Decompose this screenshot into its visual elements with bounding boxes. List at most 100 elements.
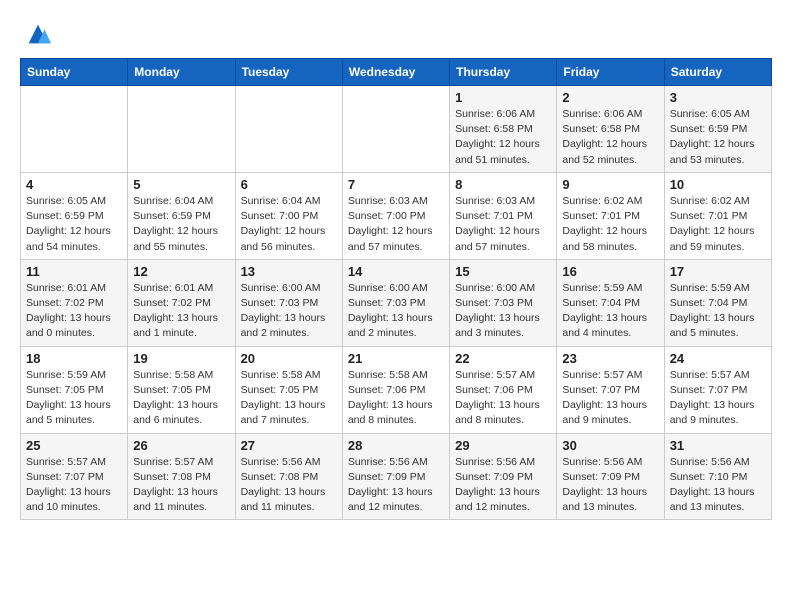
day-info: Sunrise: 6:00 AM Sunset: 7:03 PM Dayligh… — [455, 281, 551, 342]
calendar-cell: 20 Sunrise: 5:58 AM Sunset: 7:05 PM Dayli… — [235, 346, 342, 433]
day-info: Sunrise: 5:57 AM Sunset: 7:08 PM Dayligh… — [133, 455, 229, 516]
calendar-cell: 31 Sunrise: 5:56 AM Sunset: 7:10 PM Dayli… — [664, 433, 771, 520]
column-header-tuesday: Tuesday — [235, 59, 342, 86]
day-info: Sunrise: 6:06 AM Sunset: 6:58 PM Dayligh… — [455, 107, 551, 168]
calendar-cell: 11Sunrise: 6:01 AM Sunset: 7:02 PM Dayli… — [21, 259, 128, 346]
day-number: 16 — [562, 264, 658, 279]
calendar-cell: 6 Sunrise: 6:04 AM Sunset: 7:00 PM Daylig… — [235, 172, 342, 259]
page-header — [20, 20, 772, 48]
day-info: Sunrise: 6:05 AM Sunset: 6:59 PM Dayligh… — [26, 194, 122, 255]
day-info: Sunrise: 5:56 AM Sunset: 7:09 PM Dayligh… — [562, 455, 658, 516]
day-number: 30 — [562, 438, 658, 453]
day-number: 21 — [348, 351, 444, 366]
calendar-cell: 8 Sunrise: 6:03 AM Sunset: 7:01 PM Daylig… — [450, 172, 557, 259]
day-info: Sunrise: 5:56 AM Sunset: 7:09 PM Dayligh… — [455, 455, 551, 516]
day-number: 14 — [348, 264, 444, 279]
calendar-table: SundayMondayTuesdayWednesdayThursdayFrid… — [20, 58, 772, 520]
day-number: 27 — [241, 438, 337, 453]
calendar-cell: 25Sunrise: 5:57 AM Sunset: 7:07 PM Dayli… — [21, 433, 128, 520]
calendar-week-row: 11 Sunrise: 6:01 AM Sunset: 7:02 PM Dayli… — [21, 259, 772, 346]
day-number: 17 — [670, 264, 766, 279]
calendar-cell: 21 Sunrise: 5:58 AM Sunset: 7:06 PM Dayli… — [342, 346, 449, 433]
calendar-cell — [128, 86, 235, 173]
day-info: Sunrise: 6:03 AM Sunset: 7:00 PM Dayligh… — [348, 194, 444, 255]
day-info: Sunrise: 6:04 AM Sunset: 6:59 PM Dayligh… — [133, 194, 229, 255]
day-number: 6 — [241, 177, 337, 192]
calendar-week-row: 1 Sunrise: 6:06 AM Sunset: 6:58 PM Daylig… — [21, 86, 772, 173]
calendar-cell: 28Sunrise: 5:56 AM Sunset: 7:09 PM Dayli… — [342, 433, 449, 520]
column-header-friday: Friday — [557, 59, 664, 86]
day-number: 23 — [562, 351, 658, 366]
day-info: Sunrise: 6:00 AM Sunset: 7:03 PM Dayligh… — [241, 281, 337, 342]
day-number: 20 — [241, 351, 337, 366]
day-number: 9 — [562, 177, 658, 192]
day-info: Sunrise: 5:56 AM Sunset: 7:10 PM Dayligh… — [670, 455, 766, 516]
day-info: Sunrise: 5:57 AM Sunset: 7:07 PM Dayligh… — [562, 368, 658, 429]
calendar-cell: 30 Sunrise: 5:56 AM Sunset: 7:09 PM Dayli… — [557, 433, 664, 520]
day-info: Sunrise: 5:59 AM Sunset: 7:05 PM Dayligh… — [26, 368, 122, 429]
calendar-cell: 27 Sunrise: 5:56 AM Sunset: 7:08 PM Dayli… — [235, 433, 342, 520]
day-info: Sunrise: 6:02 AM Sunset: 7:01 PM Dayligh… — [562, 194, 658, 255]
day-info: Sunrise: 6:01 AM Sunset: 7:02 PM Dayligh… — [133, 281, 229, 342]
day-number: 19 — [133, 351, 229, 366]
calendar-header-row: SundayMondayTuesdayWednesdayThursdayFrid… — [21, 59, 772, 86]
day-info: Sunrise: 5:58 AM Sunset: 7:05 PM Dayligh… — [133, 368, 229, 429]
day-number: 2 — [562, 90, 658, 105]
day-number: 22 — [455, 351, 551, 366]
day-info: Sunrise: 5:57 AM Sunset: 7:07 PM Dayligh… — [670, 368, 766, 429]
day-number: 15 — [455, 264, 551, 279]
column-header-wednesday: Wednesday — [342, 59, 449, 86]
calendar-cell: 13 Sunrise: 6:00 AM Sunset: 7:03 PM Dayli… — [235, 259, 342, 346]
calendar-cell: 3 Sunrise: 6:05 AM Sunset: 6:59 PM Daylig… — [664, 86, 771, 173]
calendar-cell: 9 Sunrise: 6:02 AM Sunset: 7:01 PM Daylig… — [557, 172, 664, 259]
day-info: Sunrise: 6:03 AM Sunset: 7:01 PM Dayligh… — [455, 194, 551, 255]
calendar-cell — [235, 86, 342, 173]
calendar-cell: 5Sunrise: 6:04 AM Sunset: 6:59 PM Daylig… — [128, 172, 235, 259]
column-header-thursday: Thursday — [450, 59, 557, 86]
day-number: 31 — [670, 438, 766, 453]
calendar-week-row: 25Sunrise: 5:57 AM Sunset: 7:07 PM Dayli… — [21, 433, 772, 520]
calendar-cell: 2 Sunrise: 6:06 AM Sunset: 6:58 PM Daylig… — [557, 86, 664, 173]
day-info: Sunrise: 5:57 AM Sunset: 7:06 PM Dayligh… — [455, 368, 551, 429]
day-info: Sunrise: 6:00 AM Sunset: 7:03 PM Dayligh… — [348, 281, 444, 342]
day-info: Sunrise: 6:05 AM Sunset: 6:59 PM Dayligh… — [670, 107, 766, 168]
day-info: Sunrise: 6:06 AM Sunset: 6:58 PM Dayligh… — [562, 107, 658, 168]
day-number: 3 — [670, 90, 766, 105]
column-header-saturday: Saturday — [664, 59, 771, 86]
calendar-cell: 4 Sunrise: 6:05 AM Sunset: 6:59 PM Daylig… — [21, 172, 128, 259]
calendar-week-row: 4 Sunrise: 6:05 AM Sunset: 6:59 PM Daylig… — [21, 172, 772, 259]
day-number: 11 — [26, 264, 122, 279]
day-number: 8 — [455, 177, 551, 192]
logo-icon — [24, 20, 52, 48]
day-number: 25 — [26, 438, 122, 453]
day-info: Sunrise: 5:58 AM Sunset: 7:06 PM Dayligh… — [348, 368, 444, 429]
day-info: Sunrise: 5:58 AM Sunset: 7:05 PM Dayligh… — [241, 368, 337, 429]
calendar-cell — [21, 86, 128, 173]
calendar-cell: 7Sunrise: 6:03 AM Sunset: 7:00 PM Daylig… — [342, 172, 449, 259]
calendar-cell: 1 Sunrise: 6:06 AM Sunset: 6:58 PM Daylig… — [450, 86, 557, 173]
calendar-cell: 29 Sunrise: 5:56 AM Sunset: 7:09 PM Dayli… — [450, 433, 557, 520]
day-number: 10 — [670, 177, 766, 192]
day-number: 1 — [455, 90, 551, 105]
calendar-cell: 16 Sunrise: 5:59 AM Sunset: 7:04 PM Dayli… — [557, 259, 664, 346]
calendar-cell: 18Sunrise: 5:59 AM Sunset: 7:05 PM Dayli… — [21, 346, 128, 433]
calendar-cell: 22 Sunrise: 5:57 AM Sunset: 7:06 PM Dayli… — [450, 346, 557, 433]
calendar-cell: 23 Sunrise: 5:57 AM Sunset: 7:07 PM Dayli… — [557, 346, 664, 433]
day-info: Sunrise: 6:02 AM Sunset: 7:01 PM Dayligh… — [670, 194, 766, 255]
day-number: 24 — [670, 351, 766, 366]
day-info: Sunrise: 5:56 AM Sunset: 7:08 PM Dayligh… — [241, 455, 337, 516]
day-info: Sunrise: 6:04 AM Sunset: 7:00 PM Dayligh… — [241, 194, 337, 255]
day-info: Sunrise: 5:59 AM Sunset: 7:04 PM Dayligh… — [670, 281, 766, 342]
day-number: 26 — [133, 438, 229, 453]
day-number: 4 — [26, 177, 122, 192]
day-number: 13 — [241, 264, 337, 279]
day-info: Sunrise: 5:59 AM Sunset: 7:04 PM Dayligh… — [562, 281, 658, 342]
calendar-cell: 26 Sunrise: 5:57 AM Sunset: 7:08 PM Dayli… — [128, 433, 235, 520]
calendar-cell: 24 Sunrise: 5:57 AM Sunset: 7:07 PM Dayli… — [664, 346, 771, 433]
calendar-cell: 17 Sunrise: 5:59 AM Sunset: 7:04 PM Dayli… — [664, 259, 771, 346]
calendar-cell: 15 Sunrise: 6:00 AM Sunset: 7:03 PM Dayli… — [450, 259, 557, 346]
day-number: 29 — [455, 438, 551, 453]
column-header-monday: Monday — [128, 59, 235, 86]
calendar-cell — [342, 86, 449, 173]
day-number: 12 — [133, 264, 229, 279]
